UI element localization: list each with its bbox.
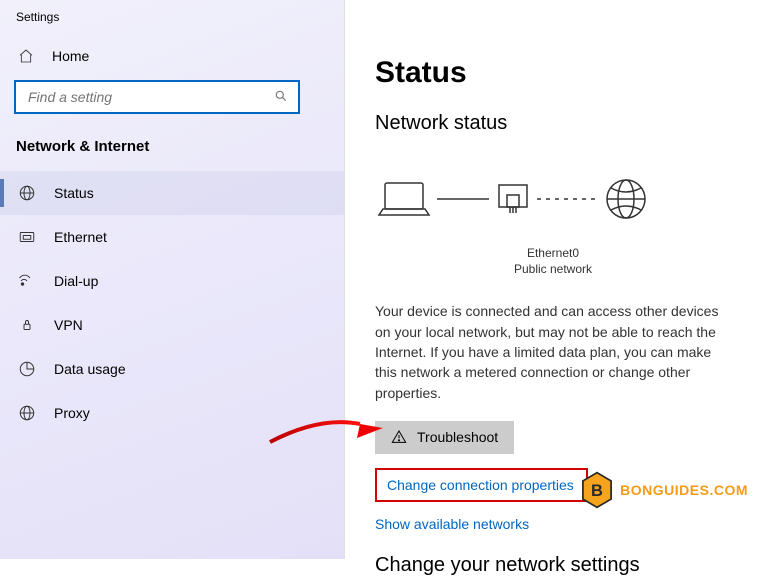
page-title: Status xyxy=(375,56,734,90)
sidebar-item-data-usage[interactable]: Data usage xyxy=(0,347,344,391)
sidebar-item-ethernet[interactable]: Ethernet xyxy=(0,215,344,259)
search-input[interactable] xyxy=(26,88,274,106)
sidebar-item-label: Proxy xyxy=(54,405,90,421)
sidebar-category-title: Network & Internet xyxy=(0,132,344,171)
vpn-icon xyxy=(18,316,36,334)
search-icon xyxy=(274,89,288,106)
troubleshoot-button[interactable]: Troubleshoot xyxy=(375,421,514,454)
settings-sidebar: Settings Home Network & Internet Status … xyxy=(0,0,345,559)
status-description: Your device is connected and can access … xyxy=(375,301,734,402)
sidebar-item-status[interactable]: Status xyxy=(0,171,344,215)
proxy-icon xyxy=(18,404,36,422)
search-container xyxy=(0,74,344,132)
ethernet-icon xyxy=(18,228,36,246)
dialup-icon xyxy=(18,272,36,290)
connector-solid-icon xyxy=(433,177,493,221)
sidebar-item-dialup[interactable]: Dial-up xyxy=(0,259,344,303)
troubleshoot-label: Troubleshoot xyxy=(417,429,498,445)
window-title: Settings xyxy=(0,6,344,38)
adapter-profile: Public network xyxy=(493,261,613,277)
change-settings-heading: Change your network settings xyxy=(375,554,734,577)
sidebar-item-label: Ethernet xyxy=(54,229,107,245)
link-change-connection-properties[interactable]: Change connection properties xyxy=(375,468,588,502)
nav-home[interactable]: Home xyxy=(0,38,344,74)
adapter-icon xyxy=(493,177,533,221)
nav-home-label: Home xyxy=(52,48,89,64)
status-icon xyxy=(18,184,36,202)
connector-dashed-icon xyxy=(533,177,603,221)
home-icon xyxy=(18,48,34,64)
sidebar-item-label: VPN xyxy=(54,317,83,333)
globe-icon xyxy=(603,176,649,222)
sidebar-item-vpn[interactable]: VPN xyxy=(0,303,344,347)
adapter-labels: Ethernet0 Public network xyxy=(493,245,613,277)
sidebar-item-proxy[interactable]: Proxy xyxy=(0,391,344,435)
warning-icon xyxy=(391,429,407,445)
adapter-name: Ethernet0 xyxy=(493,245,613,261)
network-diagram xyxy=(375,159,734,239)
sidebar-item-label: Data usage xyxy=(54,361,126,377)
laptop-icon xyxy=(375,177,433,221)
section-title: Network status xyxy=(375,112,734,135)
search-input-box[interactable] xyxy=(14,80,300,114)
sidebar-item-label: Status xyxy=(54,185,94,201)
main-content: Status Network status Ethernet0 Public n… xyxy=(345,0,768,559)
sidebar-item-label: Dial-up xyxy=(54,273,98,289)
link-show-available-networks[interactable]: Show available networks xyxy=(375,516,529,532)
data-usage-icon xyxy=(18,360,36,378)
